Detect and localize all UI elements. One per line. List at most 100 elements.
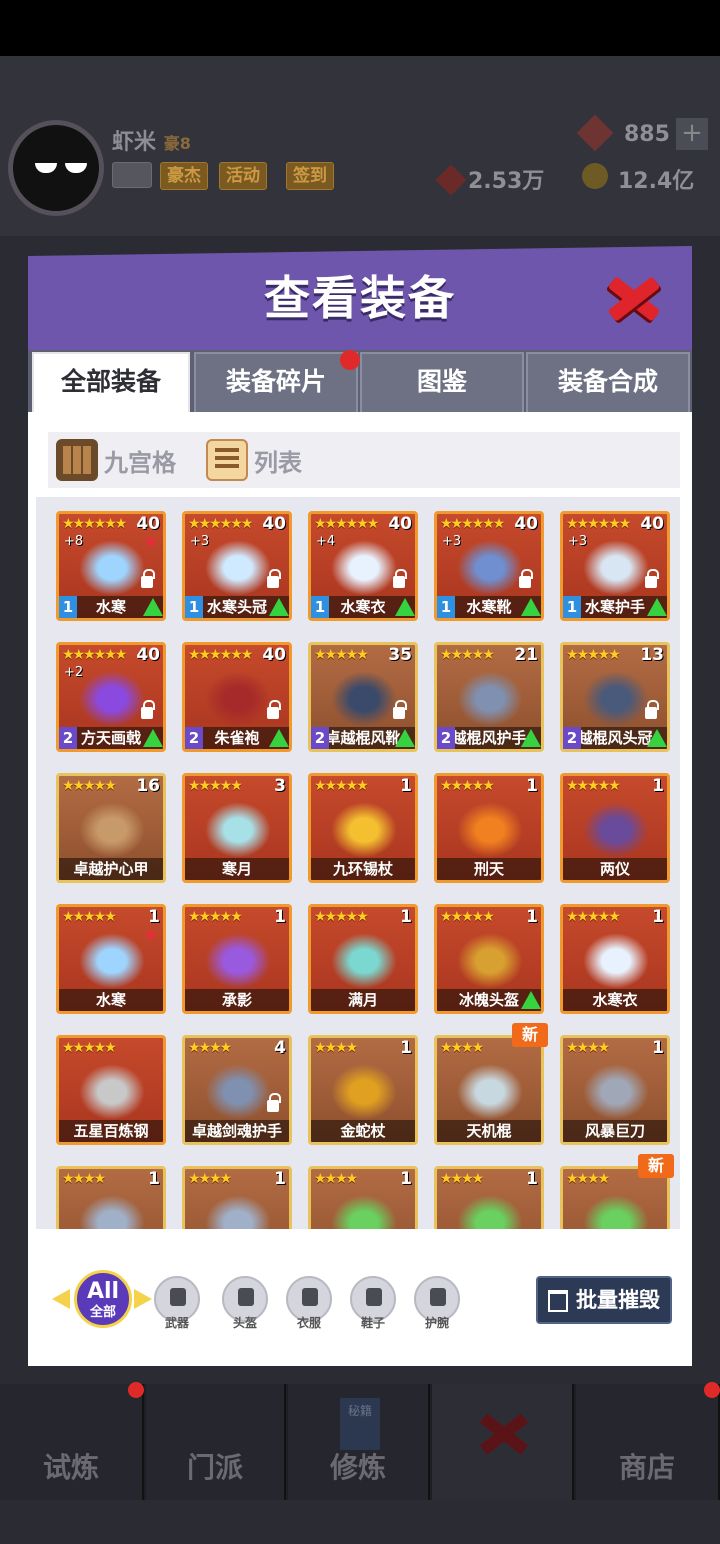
star-rating: ★★★★★★ [440, 516, 505, 532]
equipment-card[interactable]: ★★★★★★ 40 +8 ♥ 水寒 1 [56, 511, 166, 621]
equipment-card[interactable]: ★★★★★ 五星百炼钢 [56, 1035, 166, 1145]
equipment-art [331, 933, 397, 989]
nav-sect[interactable]: 门派 [146, 1384, 286, 1500]
nav-cultivate[interactable]: 秘籍 修炼 [288, 1384, 430, 1500]
close-button[interactable] [600, 268, 664, 328]
equipment-card[interactable]: ★★★★★★ 40 +3 水寒护手 1 [560, 511, 670, 621]
filter-clothes-label: 衣服 [296, 1316, 321, 1330]
secret-book-icon: 秘籍 [340, 1398, 380, 1450]
equipment-card[interactable]: ★★★★ 1 金蛇杖 [308, 1035, 418, 1145]
equipment-card[interactable]: ★★★★★ 1 ♥ 水寒 [56, 904, 166, 1014]
heroes-button[interactable]: 豪杰 [160, 162, 208, 190]
nav-trial[interactable]: 试炼 [0, 1384, 144, 1500]
enhance-level: +3 [568, 534, 588, 549]
equipment-card[interactable]: ★★★★★ 3 寒月 [182, 773, 292, 883]
equipment-card[interactable]: ★★★★★★ 40 +4 水寒衣 1 [308, 511, 418, 621]
upgrade-arrow-icon [521, 598, 541, 616]
item-quantity: 40 [136, 514, 160, 534]
equipment-art [583, 1195, 649, 1229]
item-quantity: 1 [400, 1169, 412, 1189]
item-tier: 2 [185, 727, 203, 749]
list-icon [206, 439, 248, 481]
equipment-card[interactable]: ★★★★★★ 40 +3 水寒靴 1 [434, 511, 544, 621]
equipment-card[interactable]: ★★★★★★ 40 朱雀袍 2 [182, 642, 292, 752]
item-quantity: 4 [274, 1038, 286, 1058]
player-avatar[interactable] [8, 120, 104, 216]
star-rating: ★★★★★ [314, 909, 369, 925]
equipment-card[interactable]: ★★★★★ 35 卓越棍风靴 2 [308, 642, 418, 752]
nav-shop[interactable]: 商店 [576, 1384, 720, 1500]
equipment-card[interactable]: ★★★★★ 16 卓越护心甲 [56, 773, 166, 883]
lock-icon [267, 700, 281, 719]
lock-icon [141, 569, 155, 588]
equipment-card[interactable]: ★★★★ 1 [308, 1166, 418, 1229]
item-quantity: 21 [514, 645, 538, 665]
helmet-icon [238, 1288, 254, 1306]
tab-equipment-fragments[interactable]: 装备碎片 [194, 352, 358, 412]
item-tier: 2 [311, 727, 329, 749]
star-rating: ★★★★★ [188, 909, 243, 925]
star-rating: ★★★★ [440, 1040, 484, 1056]
equipment-card[interactable]: ★★★★ 1 [434, 1166, 544, 1229]
equipment-card[interactable]: ★★★★★ 13 越棍风头冠 2 [560, 642, 670, 752]
nav-battle[interactable] [432, 1384, 574, 1500]
power-text: 2.53万 [468, 169, 545, 194]
equipment-card[interactable]: ★★★★★ 1 承影 [182, 904, 292, 1014]
equipment-card[interactable]: ★★★★ 4 卓越剑魂护手 [182, 1035, 292, 1145]
equipment-art [205, 1064, 271, 1120]
filter-weapon-label: 武器 [164, 1316, 189, 1330]
star-rating: ★★★★ [566, 1171, 610, 1187]
item-quantity: 1 [400, 907, 412, 927]
equipment-card[interactable]: ★★★★★ 1 九环锡杖 [308, 773, 418, 883]
star-rating: ★★★★★ [62, 778, 117, 794]
item-quantity: 1 [400, 776, 412, 796]
filter-bracer-button[interactable]: 护腕 [414, 1276, 460, 1330]
equipment-card[interactable]: ★★★★ 1 风暴巨刀 [560, 1035, 670, 1145]
equipment-art [331, 802, 397, 858]
tab-all-equipment[interactable]: 全部装备 [32, 352, 190, 412]
equipment-card[interactable]: ★★★★ 1 [56, 1166, 166, 1229]
gem-count: 885 [624, 122, 670, 147]
item-quantity: 40 [136, 645, 160, 665]
filter-weapon-button[interactable]: 武器 [154, 1276, 200, 1330]
equipment-card[interactable]: ★★★★★ 1 两仪 [560, 773, 670, 883]
tab-codex[interactable]: 图鉴 [360, 352, 524, 412]
filter-shoes-button[interactable]: 鞋子 [350, 1276, 396, 1330]
upgrade-arrow-icon [521, 729, 541, 747]
equipment-card[interactable]: ★★★★★ 21 越棍风护手 2 [434, 642, 544, 752]
favorite-heart-icon: ♥ [144, 536, 157, 552]
add-gems-button[interactable]: + [676, 118, 708, 150]
equipment-card[interactable]: ★★★★ 天机棍 [434, 1035, 544, 1145]
lock-icon [267, 569, 281, 588]
filter-clothes-button[interactable]: 衣服 [286, 1276, 332, 1330]
equipment-art [457, 1195, 523, 1229]
enhance-level: +3 [442, 534, 462, 549]
equipment-art [205, 802, 271, 858]
mail-icon[interactable] [112, 162, 152, 188]
equipment-card[interactable]: ★★★★ 1 [182, 1166, 292, 1229]
equipment-card[interactable]: ★★★★★★ 40 +3 水寒头冠 1 [182, 511, 292, 621]
events-button[interactable]: 活动 [219, 162, 267, 190]
upgrade-arrow-icon [269, 729, 289, 747]
lock-icon [645, 700, 659, 719]
star-rating: ★★★★★ [62, 1040, 117, 1056]
batch-destroy-button[interactable]: 批量摧毁 [536, 1276, 672, 1324]
filter-helmet-button[interactable]: 头盔 [222, 1276, 268, 1330]
grid-icon [56, 439, 98, 481]
list-view-toggle[interactable]: 列表 [206, 438, 302, 482]
item-quantity: 1 [652, 907, 664, 927]
equipment-art [79, 1195, 145, 1229]
equipment-card[interactable]: ★★★★★ 1 刑天 [434, 773, 544, 883]
filter-all-button[interactable]: All 全部 [74, 1270, 132, 1328]
star-rating: ★★★★★ [440, 647, 495, 663]
checkin-button[interactable]: 签到 [286, 162, 334, 190]
grid-view-toggle[interactable]: 九宫格 [56, 438, 176, 482]
equipment-card[interactable]: ★★★★★ 1 满月 [308, 904, 418, 1014]
tab-synthesis[interactable]: 装备合成 [526, 352, 690, 412]
star-rating: ★★★★★ [566, 909, 621, 925]
star-rating: ★★★★ [62, 1171, 106, 1187]
item-quantity: 1 [526, 907, 538, 927]
equipment-card[interactable]: ★★★★★ 1 冰魄头盔 [434, 904, 544, 1014]
equipment-card[interactable]: ★★★★★★ 40 +2 方天画戟 2 [56, 642, 166, 752]
equipment-card[interactable]: ★★★★★ 1 水寒衣 [560, 904, 670, 1014]
